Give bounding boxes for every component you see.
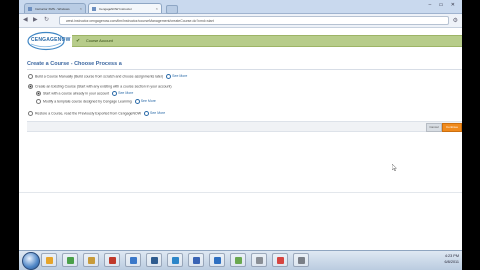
start-button[interactable] [22,252,40,270]
screen: Instructor XMS - Windows × CengageNOW In… [19,0,462,270]
taskbar-app-icon[interactable] [41,253,57,267]
radio-button[interactable] [28,111,33,116]
clock-date: 6/8/2011 [444,260,460,264]
taskbar-app-icon[interactable] [146,253,162,267]
browser-tab-strip: Instructor XMS - Windows × CengageNOW In… [19,0,462,14]
app-glyph-icon [109,257,116,264]
suboption-template-course[interactable]: Modify a template course designed by Cen… [36,99,156,104]
page-footer-divider [19,192,462,193]
option-build-manually[interactable]: Build a Course Manually (Build course fr… [28,74,187,79]
tab-close-icon[interactable]: × [156,4,158,13]
app-glyph-icon [256,257,263,264]
checkmark-icon: ✔ [76,38,81,44]
app-glyph-icon [235,257,242,264]
app-glyph-icon [130,257,137,264]
radio-button-selected[interactable] [28,84,33,89]
page-title: Create a Course - Choose Process a [27,61,122,67]
taskbar-app-icon[interactable] [62,253,78,267]
taskbar-app-icon[interactable] [251,253,267,267]
tab-favicon-icon [28,7,32,11]
option-label: Build a Course Manually (Build course fr… [35,74,164,79]
app-glyph-icon [88,257,95,264]
option-existing-course[interactable]: Create an Existing Course (Start with an… [28,84,172,89]
see-more-link[interactable]: See More [166,74,188,79]
app-glyph-icon [46,257,53,264]
see-more-label: See More [140,99,156,104]
cancel-button[interactable]: Cancel [426,123,442,132]
option-label: Start with a course already in your acco… [43,91,110,96]
see-more-label: See More [172,74,188,79]
taskbar-app-icon[interactable] [293,253,309,267]
window-controls[interactable]: – ▭ ✕ [429,2,458,8]
option-label: Restore a Course, read the Previously Ex… [35,111,142,116]
continue-button[interactable]: Continue [442,123,462,132]
browser-tab-cengagenow[interactable]: CengageNOW Instructor × [88,3,162,13]
tab-label: Instructor XMS - Windows [35,7,70,11]
see-more-label: See More [150,111,166,116]
see-more-link[interactable]: See More [144,111,166,116]
option-label: Modify a template course designed by Cen… [43,99,132,104]
info-icon [134,99,140,104]
taskbar-app-icon[interactable] [209,253,225,267]
app-glyph-icon [193,257,200,264]
taskbar-app-icon[interactable] [104,253,120,267]
taskbar-app-icon[interactable] [188,253,204,267]
reload-icon[interactable]: ↻ [44,17,49,24]
suboption-course-in-account[interactable]: Start with a course already in your acco… [36,91,133,96]
tab-close-icon[interactable]: × [80,4,82,13]
new-tab-button[interactable] [166,5,178,14]
system-clock[interactable]: 4:23 PM 6/8/2011 [445,253,460,265]
see-more-link[interactable]: See More [112,91,134,96]
info-icon [112,91,118,96]
mouse-cursor-icon [392,164,397,171]
app-glyph-icon [151,257,158,264]
app-glyph-icon [67,257,74,264]
taskbar-app-icon[interactable] [83,253,99,267]
browser-toolbar: ◀ ▶ ↻ west.instructor.cengagenow.com/ilr… [19,14,462,28]
radio-button[interactable] [28,74,33,79]
see-more-label: See More [118,91,134,96]
address-bar[interactable]: west.instructor.cengagenow.com/ilrn/inst… [59,16,449,25]
tab-label: CengageNOW Instructor [99,7,132,11]
taskbar-app-icon[interactable] [125,253,141,267]
info-icon [144,111,150,116]
wrench-menu-icon[interactable]: ⚙ [453,17,458,24]
logo-text: CENGAGENOW [31,37,71,43]
app-glyph-icon [277,257,284,264]
option-label: Create an Existing Course (Start with an… [35,84,172,89]
radio-button[interactable] [36,99,41,104]
radio-button-selected[interactable] [36,91,41,96]
tab-favicon-icon [92,7,96,11]
see-more-link[interactable]: See More [134,99,156,104]
app-glyph-icon [172,257,179,264]
browser-tab-instructor-xms[interactable]: Instructor XMS - Windows × [24,3,86,13]
back-arrow-icon[interactable]: ◀ [23,17,28,24]
status-message: Course Account [86,39,113,43]
option-restore-course[interactable]: Restore a Course, read the Previously Ex… [28,111,165,116]
taskbar: 4:23 PM 6/8/2011 [19,250,462,270]
action-row: Cancel Continue [27,121,462,132]
taskbar-app-icon[interactable] [272,253,288,267]
forward-arrow-icon[interactable]: ▶ [33,17,38,24]
taskbar-app-icon[interactable] [167,253,183,267]
title-divider [27,69,462,70]
info-icon [166,74,172,79]
app-glyph-icon [298,257,305,264]
status-message-bar: ✔ Course Account [72,35,462,47]
taskbar-app-icon[interactable] [230,253,246,267]
cengagenow-logo: CENGAGENOW [27,31,70,51]
app-glyph-icon [214,257,221,264]
